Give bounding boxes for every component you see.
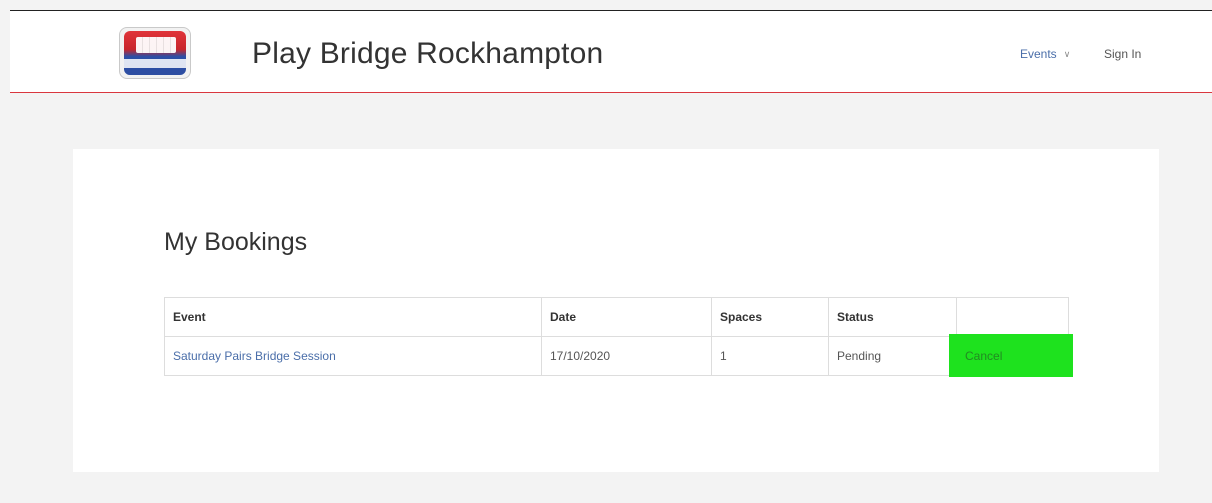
column-header-status: Status	[828, 297, 957, 337]
cancel-booking-button[interactable]: Cancel	[949, 334, 1073, 377]
cell-event: Saturday Pairs Bridge Session	[164, 336, 542, 376]
site-title[interactable]: Play Bridge Rockhampton	[252, 37, 603, 71]
column-header-date: Date	[541, 297, 712, 337]
cell-spaces: 1	[711, 336, 829, 376]
cell-date: 17/10/2020	[541, 336, 712, 376]
cell-action: Cancel	[949, 334, 1073, 377]
table-header-row: Event Date Spaces Status	[164, 297, 1069, 337]
column-header-event: Event	[164, 297, 542, 337]
logo-ribbon-graphic	[124, 59, 186, 68]
event-link[interactable]: Saturday Pairs Bridge Session	[173, 349, 336, 363]
site-logo[interactable]	[119, 27, 191, 79]
column-header-spaces: Spaces	[711, 297, 829, 337]
nav-events-label: Events	[1020, 47, 1057, 61]
chevron-down-icon: ∨	[1063, 49, 1071, 59]
logo-image	[124, 31, 186, 75]
column-header-action	[956, 297, 1069, 337]
table-row: Saturday Pairs Bridge Session 17/10/2020…	[164, 334, 1073, 377]
page-title: My Bookings	[164, 228, 308, 256]
cell-status: Pending	[828, 336, 957, 376]
nav-events-dropdown[interactable]: Events ∨	[1020, 47, 1070, 61]
header-bottom-border	[10, 92, 1212, 93]
bookings-table: Event Date Spaces Status Saturday Pairs …	[164, 297, 1073, 377]
nav-sign-in-link[interactable]: Sign In	[1104, 47, 1141, 61]
logo-cards-graphic	[136, 37, 176, 53]
